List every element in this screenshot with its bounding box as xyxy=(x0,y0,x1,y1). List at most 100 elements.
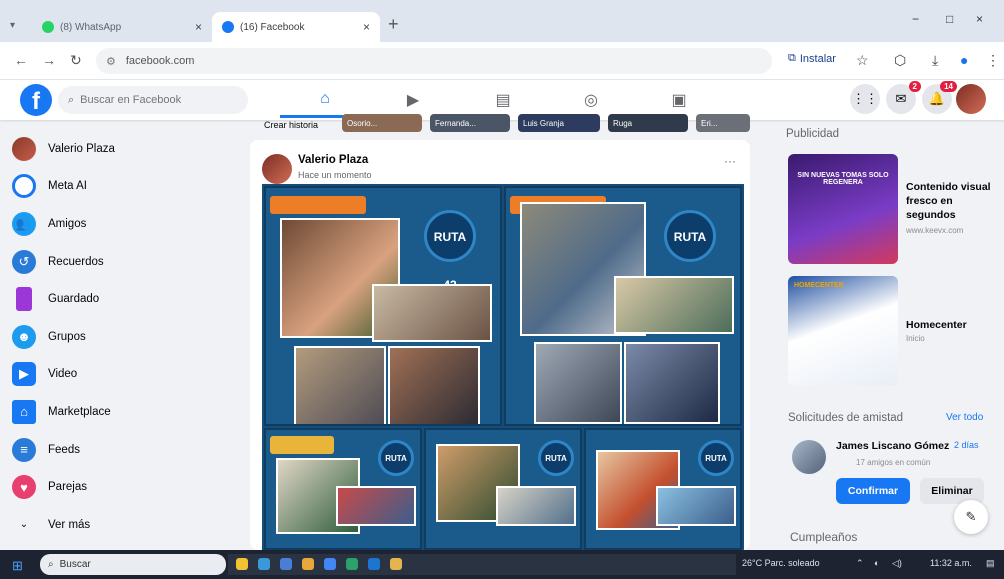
story-card[interactable]: Ruga xyxy=(608,114,688,132)
sidebar-item-label: Meta AI xyxy=(48,180,87,193)
reload-icon[interactable]: ↻ xyxy=(70,52,82,69)
see-all-link[interactable]: Ver todo xyxy=(946,412,983,423)
sidebar-item-dating[interactable]: ♥ Parejas xyxy=(12,468,242,506)
collage-photo xyxy=(372,284,492,342)
weather-widget[interactable]: 26°C Parc. soleado xyxy=(742,558,820,568)
site-info-icon[interactable]: ⚙ xyxy=(106,55,116,68)
tray-chevron-icon[interactable]: ⌃ xyxy=(856,558,864,569)
collage-panel: RUTA 42 xyxy=(504,186,742,426)
bookmark-star-icon[interactable]: ☆ xyxy=(856,52,869,69)
minimize-button[interactable]: − xyxy=(912,12,919,26)
menu-icon[interactable]: ⋮ xyxy=(986,52,1000,69)
taskbar-search[interactable]: ⌕ Buscar xyxy=(40,554,226,575)
browser-icon[interactable] xyxy=(280,558,292,570)
post-photo-collage[interactable]: RUTA 42 RUTA 42 RUTA 42 RUTA 42 xyxy=(262,184,744,550)
story-name: Osorio... xyxy=(347,119,378,128)
chevron-down-icon: ⌄ xyxy=(19,519,29,531)
explorer-icon[interactable] xyxy=(258,558,270,570)
feeds-icon: ≡ xyxy=(12,437,36,462)
ad-url[interactable]: www.keevx.com xyxy=(906,226,963,235)
tab-facebook[interactable]: (16) Facebook × xyxy=(212,12,380,42)
facebook-icon xyxy=(222,21,234,33)
tab-whatsapp[interactable]: (8) WhatsApp × xyxy=(32,12,212,42)
collage-panel: RUTA 42 xyxy=(264,186,502,426)
yellow-header-tag xyxy=(270,436,334,454)
post-options-button[interactable]: ··· xyxy=(724,154,736,168)
memories-icon: ↺ xyxy=(12,249,36,274)
messenger-button[interactable]: ✉ 2 xyxy=(886,81,921,114)
story-card[interactable]: Osorio... xyxy=(342,114,422,132)
sponsored-title: Publicidad xyxy=(786,128,840,140)
close-icon[interactable]: × xyxy=(195,20,202,34)
ad-image-headline: SIN NUEVAS TOMAS SOLO REGENERA xyxy=(797,172,889,186)
search-icon: ⌕ xyxy=(48,559,54,570)
fb-search-box[interactable]: ⌕ xyxy=(58,86,248,114)
profile-icon[interactable]: ● xyxy=(960,52,968,68)
sidebar-item-feeds[interactable]: ≡ Feeds xyxy=(12,431,242,469)
ad-title[interactable]: Homecenter xyxy=(906,318,967,332)
bell-icon: 🔔 xyxy=(928,91,946,106)
sidebar-item-video[interactable]: ▶ Video xyxy=(12,356,242,394)
windows-start-icon[interactable]: ⊞ xyxy=(12,558,23,574)
post-author-name[interactable]: Valerio Plaza xyxy=(298,154,368,166)
story-card[interactable]: Fernanda... xyxy=(430,114,510,132)
friend-request-avatar[interactable] xyxy=(792,440,826,474)
groups-icon: ◎ xyxy=(584,92,598,109)
folder-icon[interactable] xyxy=(302,558,314,570)
copilot-icon[interactable] xyxy=(236,558,248,570)
notification-center-icon[interactable]: ▤ xyxy=(986,558,995,569)
new-tab-button[interactable]: + xyxy=(388,14,399,35)
sidebar-item-profile[interactable]: Valerio Plaza xyxy=(12,130,242,168)
sidebar-item-saved[interactable]: Guardado xyxy=(12,280,242,318)
volume-icon[interactable]: ◁) xyxy=(892,558,902,569)
taskbar-apps xyxy=(228,554,736,575)
word-icon[interactable] xyxy=(368,558,380,570)
sidebar-item-marketplace[interactable]: ⌂ Marketplace xyxy=(12,393,242,431)
back-icon[interactable]: ← xyxy=(14,52,28,68)
left-sidebar: Valerio Plaza Meta AI 👥 Amigos ↺ Recuerd… xyxy=(12,130,242,544)
sidebar-item-friends[interactable]: 👥 Amigos xyxy=(12,205,242,243)
extensions-icon[interactable]: ⬡ xyxy=(894,52,906,69)
apps-menu-button[interactable]: ⋮⋮ xyxy=(850,84,880,114)
story-card[interactable]: Luis Granja xyxy=(518,114,600,132)
install-button[interactable]: ⧉ Instalar xyxy=(788,52,836,65)
close-window-button[interactable]: × xyxy=(976,12,983,26)
post-timestamp[interactable]: Hace un momento xyxy=(298,170,372,180)
confirm-button[interactable]: Confirmar xyxy=(836,478,910,504)
ad-url[interactable]: Inicio xyxy=(906,334,925,343)
sidebar-item-memories[interactable]: ↺ Recuerdos xyxy=(12,243,242,281)
create-story-button[interactable]: Crear historia xyxy=(264,120,318,130)
ad-image[interactable]: HOMECENTER xyxy=(788,276,898,386)
sidebar-item-meta-ai[interactable]: Meta AI xyxy=(12,168,242,206)
sidebar-item-groups[interactable]: ☻ Grupos xyxy=(12,318,242,356)
maximize-button[interactable]: □ xyxy=(946,12,953,26)
ad-image[interactable]: SIN NUEVAS TOMAS SOLO REGENERA xyxy=(788,154,898,264)
search-icon: ⌕ xyxy=(68,93,75,106)
profile-avatar-button[interactable] xyxy=(956,84,986,114)
groups-icon: ☻ xyxy=(12,324,36,349)
sidebar-item-see-more[interactable]: ⌄ Ver más xyxy=(12,506,242,544)
network-icon[interactable]: ◐ xyxy=(874,558,879,568)
heart-icon: ♥ xyxy=(12,475,36,500)
sidebar-item-label: Video xyxy=(48,368,78,381)
marketplace-icon: ⌂ xyxy=(12,399,36,424)
forward-icon[interactable]: → xyxy=(42,52,56,68)
download-icon[interactable]: ⤓ xyxy=(932,52,938,69)
close-icon[interactable]: × xyxy=(363,20,370,34)
chrome-icon[interactable] xyxy=(324,558,336,570)
notifications-button[interactable]: 🔔 14 xyxy=(922,81,957,114)
ad-title[interactable]: Contenido visual fresco en segundos xyxy=(906,180,998,223)
files-icon[interactable] xyxy=(390,558,402,570)
post-author-avatar[interactable] xyxy=(262,154,292,184)
friend-request-name[interactable]: James Liscano Gómez xyxy=(836,440,949,452)
clock[interactable]: 11:32 a.m. xyxy=(930,558,972,568)
ad-image-headline: HOMECENTER xyxy=(794,282,844,289)
sidebar-item-label: Valerio Plaza xyxy=(48,142,115,155)
story-card[interactable]: Eri... xyxy=(696,114,750,132)
store-icon[interactable] xyxy=(346,558,358,570)
tab-search-icon[interactable]: ▾ xyxy=(10,20,15,31)
new-message-button[interactable]: ✎ xyxy=(954,500,988,534)
address-bar[interactable]: ⚙ facebook.com xyxy=(96,48,772,74)
fb-search-input[interactable] xyxy=(80,94,231,106)
facebook-logo[interactable]: f xyxy=(20,84,52,116)
